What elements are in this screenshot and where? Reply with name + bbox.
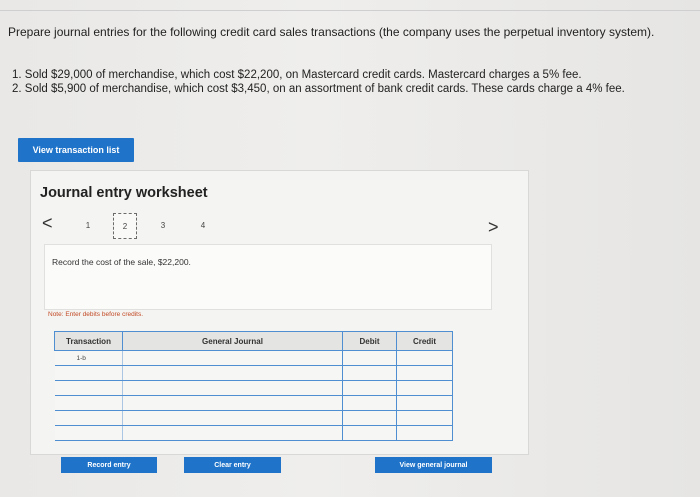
step-tab-4[interactable]: 4 <box>192 213 214 237</box>
table-row <box>54 380 453 396</box>
credit-input[interactable] <box>396 350 453 366</box>
top-divider <box>0 10 700 11</box>
credit-input[interactable] <box>396 380 453 396</box>
credit-input[interactable] <box>396 365 453 381</box>
journal-header-row: Transaction General Journal Debit Credit <box>54 331 453 351</box>
transaction-cell <box>54 410 123 426</box>
credit-input[interactable] <box>396 395 453 411</box>
prev-arrow-icon[interactable]: < <box>42 213 53 234</box>
debit-input[interactable] <box>342 380 397 396</box>
clear-entry-button[interactable]: Clear entry <box>184 457 281 473</box>
table-row <box>54 410 453 426</box>
table-row <box>54 365 453 381</box>
debit-input[interactable] <box>342 425 397 441</box>
account-input[interactable] <box>122 380 343 396</box>
debit-input[interactable] <box>342 350 397 366</box>
step-tab-1[interactable]: 1 <box>77 213 99 237</box>
step-tab-3[interactable]: 3 <box>152 213 174 237</box>
account-input[interactable] <box>122 410 343 426</box>
credit-input[interactable] <box>396 425 453 441</box>
step-tab-2[interactable]: 2 <box>113 213 137 239</box>
transaction-cell: 1-b <box>54 350 123 366</box>
view-general-journal-button[interactable]: View general journal <box>375 457 492 473</box>
note-text: Note: Enter debits before credits. <box>48 311 144 318</box>
debit-header: Debit <box>342 331 397 351</box>
journal-table: Transaction General Journal Debit Credit… <box>54 331 453 441</box>
debit-input[interactable] <box>342 365 397 381</box>
account-input[interactable] <box>122 425 343 441</box>
table-row <box>54 425 453 441</box>
problem-prompt: Prepare journal entries for the followin… <box>8 25 655 39</box>
transaction-cell <box>54 395 123 411</box>
view-transaction-list-button[interactable]: View transaction list <box>18 138 134 162</box>
account-input[interactable] <box>122 395 343 411</box>
debit-input[interactable] <box>342 395 397 411</box>
next-arrow-icon[interactable]: > <box>488 217 499 238</box>
credit-input[interactable] <box>396 410 453 426</box>
transaction-cell <box>54 425 123 441</box>
debit-input[interactable] <box>342 410 397 426</box>
table-row <box>54 395 453 411</box>
general-journal-header: General Journal <box>122 331 343 351</box>
instruction-text: Record the cost of the sale, $22,200. <box>52 257 191 267</box>
account-input[interactable] <box>122 350 343 366</box>
transaction-header: Transaction <box>54 331 123 351</box>
account-input[interactable] <box>122 365 343 381</box>
instruction-box <box>44 244 492 310</box>
problem-item-2: 2. Sold $5,900 of merchandise, which cos… <box>12 83 625 95</box>
record-entry-button[interactable]: Record entry <box>61 457 157 473</box>
table-row: 1-b <box>54 350 453 366</box>
transaction-cell <box>54 365 123 381</box>
credit-header: Credit <box>396 331 453 351</box>
problem-item-1: 1. Sold $29,000 of merchandise, which co… <box>12 69 582 81</box>
worksheet-title: Journal entry worksheet <box>40 185 208 201</box>
transaction-cell <box>54 380 123 396</box>
